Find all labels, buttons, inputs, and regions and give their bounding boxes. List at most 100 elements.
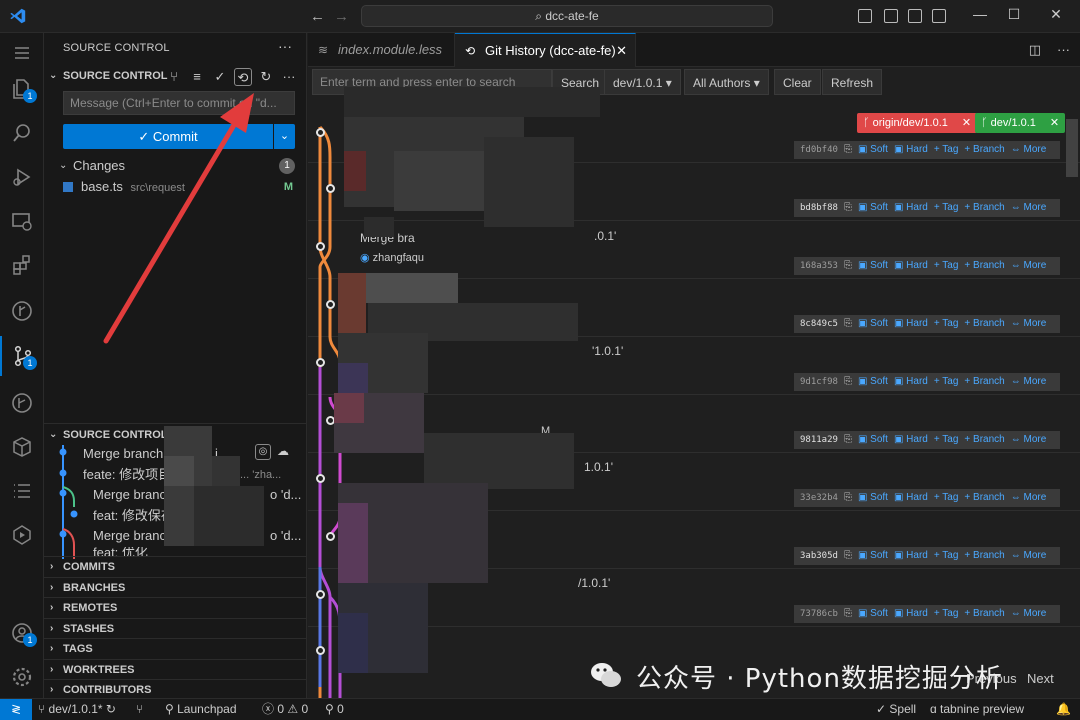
next-page-button[interactable]: Next [1027, 671, 1054, 686]
close-tab-icon[interactable]: ✕ [616, 34, 627, 68]
copy-icon[interactable]: ⎘ [844, 550, 852, 561]
soft-reset-button[interactable]: ▣ Soft [858, 550, 888, 561]
gitlens-icon[interactable] [0, 291, 44, 331]
source-control-icon[interactable]: 1 [0, 336, 44, 376]
branch-select[interactable]: dev/1.0.1 ▾ [604, 69, 681, 95]
soft-reset-button[interactable]: ▣ Soft [858, 144, 888, 155]
package-icon[interactable] [0, 427, 44, 467]
add-tag-button[interactable]: + Tag [934, 202, 959, 213]
close-window-button[interactable]: ✕ [1046, 6, 1066, 23]
soft-reset-button[interactable]: ▣ Soft [858, 608, 888, 619]
customize-layout-icon[interactable] [932, 9, 946, 23]
section-contributors[interactable]: › CONTRIBUTORS [44, 679, 306, 698]
add-branch-button[interactable]: + Branch [964, 376, 1004, 387]
commit-row[interactable]: 168a353 ⎘ ▣ Soft ▣ Hard + Tag + Branch ⇔ More [308, 221, 1080, 279]
editor-more-icon[interactable]: ··· [1057, 42, 1070, 58]
soft-reset-button[interactable]: ▣ Soft [858, 492, 888, 503]
toggle-sidebar-icon[interactable] [858, 9, 872, 23]
more-button[interactable]: ⇔ More [1011, 550, 1047, 561]
add-tag-button[interactable]: + Tag [934, 260, 959, 271]
launchpad-status[interactable]: ⚲ Launchpad [165, 699, 237, 720]
refresh-button[interactable]: Refresh [822, 69, 883, 95]
add-branch-button[interactable]: + Branch [964, 608, 1004, 619]
more-button[interactable]: ⇔ More [1011, 144, 1047, 155]
back-icon[interactable]: ← [310, 8, 325, 25]
section-stashes[interactable]: › STASHES [44, 618, 306, 638]
authors-select[interactable]: All Authors ▾ [684, 69, 769, 95]
search-view-icon[interactable] [0, 113, 44, 153]
add-branch-button[interactable]: + Branch [964, 260, 1004, 271]
tab-index-module-less[interactable]: ≋ index.module.less [308, 33, 455, 67]
soft-reset-button[interactable]: ▣ Soft [858, 202, 888, 213]
minimize-button[interactable]: — [970, 6, 990, 22]
branch-status[interactable]: ⑂ dev/1.0.1* ↻ [38, 699, 116, 720]
forward-icon[interactable]: → [334, 8, 349, 25]
section-worktrees[interactable]: › WORKTREES [44, 659, 306, 679]
more-button[interactable]: ⇔ More [1011, 202, 1047, 213]
playwright-icon[interactable] [0, 515, 44, 555]
add-tag-button[interactable]: + Tag [934, 434, 959, 445]
soft-reset-button[interactable]: ▣ Soft [858, 260, 888, 271]
tab-git-history[interactable]: ⟲ Git History (dcc-ate-fe) ✕ [455, 33, 636, 67]
account-icon[interactable]: 1 [0, 613, 44, 653]
tabnine-status[interactable]: ɑ tabnine preview [930, 699, 1024, 720]
copy-icon[interactable]: ⎘ [844, 376, 852, 387]
copy-icon[interactable]: ⎘ [844, 144, 852, 155]
section-commits[interactable]: › COMMITS [44, 556, 306, 576]
explorer-icon[interactable]: 1 [0, 69, 44, 109]
spell-status[interactable]: ✓ Spell [876, 699, 916, 720]
more-button[interactable]: ⇔ More [1011, 434, 1047, 445]
git-graph-icon[interactable] [0, 383, 44, 423]
section-remotes[interactable]: › REMOTES [44, 597, 306, 617]
add-tag-button[interactable]: + Tag [934, 492, 959, 503]
split-editor-icon[interactable]: ◫ [1029, 42, 1041, 58]
vertical-scrollbar[interactable] [1066, 119, 1078, 177]
more-button[interactable]: ⇔ More [1011, 318, 1047, 329]
add-tag-button[interactable]: + Tag [934, 550, 959, 561]
graph-status-icon[interactable]: ⑂ [136, 699, 143, 720]
section-branches[interactable]: › BRANCHES [44, 577, 306, 597]
more-button[interactable]: ⇔ More [1011, 260, 1047, 271]
copy-icon[interactable]: ⎘ [844, 318, 852, 329]
soft-reset-button[interactable]: ▣ Soft [858, 376, 888, 387]
soft-reset-button[interactable]: ▣ Soft [858, 434, 888, 445]
add-branch-button[interactable]: + Branch [964, 318, 1004, 329]
problems-status[interactable]: ⓧ 0 ⚠ 0 [262, 699, 308, 720]
add-branch-button[interactable]: + Branch [964, 550, 1004, 561]
settings-gear-icon[interactable] [0, 657, 44, 697]
hard-reset-button[interactable]: ▣ Hard [894, 144, 928, 155]
hard-reset-button[interactable]: ▣ Hard [894, 492, 928, 503]
maximize-button[interactable]: ☐ [1004, 6, 1024, 23]
list-view-icon[interactable] [0, 471, 44, 511]
add-tag-button[interactable]: + Tag [934, 318, 959, 329]
add-branch-button[interactable]: + Branch [964, 434, 1004, 445]
add-tag-button[interactable]: + Tag [934, 608, 959, 619]
copy-icon[interactable]: ⎘ [844, 434, 852, 445]
clear-button[interactable]: Clear [774, 69, 821, 95]
run-debug-icon[interactable] [0, 157, 44, 197]
add-branch-button[interactable]: + Branch [964, 492, 1004, 503]
add-tag-button[interactable]: + Tag [934, 376, 959, 387]
toggle-secondary-sidebar-icon[interactable] [908, 9, 922, 23]
menu-icon[interactable] [0, 33, 44, 73]
hard-reset-button[interactable]: ▣ Hard [894, 434, 928, 445]
remote-indicator-icon[interactable]: ≷ [0, 699, 32, 720]
ports-status[interactable]: ⚲ 0 [325, 699, 344, 720]
copy-icon[interactable]: ⎘ [844, 260, 852, 271]
copy-icon[interactable]: ⎘ [844, 492, 852, 503]
extensions-icon[interactable] [0, 245, 44, 285]
more-button[interactable]: ⇔ More [1011, 376, 1047, 387]
more-button[interactable]: ⇔ More [1011, 608, 1047, 619]
soft-reset-button[interactable]: ▣ Soft [858, 318, 888, 329]
hard-reset-button[interactable]: ▣ Hard [894, 608, 928, 619]
remote-explorer-icon[interactable] [0, 201, 44, 241]
copy-icon[interactable]: ⎘ [844, 608, 852, 619]
hard-reset-button[interactable]: ▣ Hard [894, 376, 928, 387]
copy-icon[interactable]: ⎘ [844, 202, 852, 213]
add-branch-button[interactable]: + Branch [964, 144, 1004, 155]
hard-reset-button[interactable]: ▣ Hard [894, 318, 928, 329]
command-center[interactable]: ⌕ dcc-ate-fe [361, 5, 773, 27]
toggle-panel-icon[interactable] [884, 9, 898, 23]
hard-reset-button[interactable]: ▣ Hard [894, 550, 928, 561]
add-branch-button[interactable]: + Branch [964, 202, 1004, 213]
